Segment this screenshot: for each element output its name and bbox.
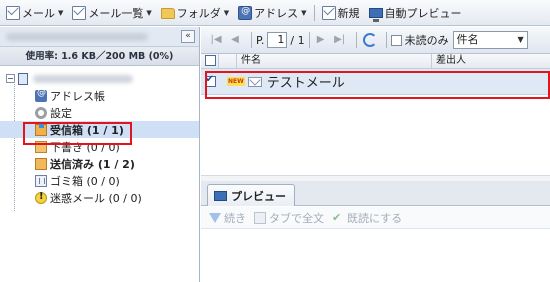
sidebar-item-trash[interactable]: ゴミ箱 (0 / 0) bbox=[0, 172, 199, 189]
toolbar-separator bbox=[308, 32, 310, 48]
toolbar-separator bbox=[385, 32, 387, 48]
account-header: « bbox=[0, 27, 199, 47]
sidebar-item-sent[interactable]: 送信済み (1 / 2) bbox=[0, 155, 199, 172]
preview-tab-bar: プレビュー bbox=[201, 181, 550, 206]
mail-list-icon bbox=[72, 5, 87, 20]
toolbar-separator bbox=[355, 32, 357, 48]
preview-toolbar: 続き タブで全文 ✔ 既読にする bbox=[201, 207, 550, 229]
auto-preview-button[interactable]: 自動プレビュー bbox=[366, 3, 465, 23]
mail-list-menu-button[interactable]: メール一覧 ▼ bbox=[69, 3, 154, 23]
badge-column-header bbox=[219, 54, 237, 68]
sidebar-item-spam[interactable]: 迷惑メール (0 / 0) bbox=[0, 189, 199, 206]
grid-header: 件名 差出人 bbox=[201, 54, 550, 69]
folder-pane: « 使用率: 1.6 KB／200 MB (0%) − アドレス帳 設定 受信箱… bbox=[0, 27, 200, 282]
trash-icon bbox=[35, 174, 47, 187]
open-in-tab-button[interactable]: タブで全文 bbox=[254, 210, 324, 226]
subject-column-header[interactable]: 件名 bbox=[237, 54, 432, 68]
next-page-icon[interactable]: ▶ bbox=[314, 33, 328, 47]
dropdown-arrow-icon: ▼ bbox=[223, 8, 230, 17]
page-number-input[interactable]: 1 bbox=[267, 32, 288, 48]
highlight-box-message bbox=[205, 71, 550, 99]
mail-menu-button[interactable]: メール ▼ bbox=[3, 3, 66, 23]
select-all-cell[interactable] bbox=[201, 54, 219, 68]
mail-icon bbox=[6, 5, 20, 20]
gear-icon bbox=[35, 106, 47, 119]
sidebar-item-address-book[interactable]: アドレス帳 bbox=[0, 87, 199, 104]
dropdown-arrow-icon: ▼ bbox=[146, 8, 152, 17]
account-name-redacted bbox=[6, 33, 148, 41]
unread-only-label: 未読のみ bbox=[404, 34, 449, 47]
sidebar-item-settings[interactable]: 設定 bbox=[0, 104, 199, 121]
paging-toolbar: |◀ ◀ P. 1 / 1 ▶ ▶| 未読のみ 件名 bbox=[201, 27, 550, 54]
page-total: / 1 bbox=[290, 33, 305, 47]
new-mail-icon bbox=[321, 5, 336, 20]
sort-select[interactable]: 件名 bbox=[452, 31, 528, 49]
message-pane: |◀ ◀ P. 1 / 1 ▶ ▶| 未読のみ 件名 件名 差出人 NEW テス… bbox=[201, 27, 550, 282]
mark-read-button[interactable]: ✔ 既読にする bbox=[332, 210, 402, 226]
refresh-icon[interactable] bbox=[362, 33, 377, 47]
address-menu-button[interactable]: アドレス▼ bbox=[235, 3, 309, 23]
usage-bar: 使用率: 1.6 KB／200 MB (0%) bbox=[0, 47, 199, 66]
continue-button[interactable]: 続き bbox=[209, 210, 246, 226]
spam-icon bbox=[35, 191, 47, 204]
unread-only-checkbox[interactable] bbox=[390, 34, 402, 46]
dropdown-arrow-icon: ▼ bbox=[58, 8, 64, 17]
check-icon: ✔ bbox=[332, 210, 342, 224]
sent-icon bbox=[35, 157, 47, 170]
download-icon bbox=[209, 212, 221, 223]
tab-preview[interactable]: プレビュー bbox=[207, 184, 295, 206]
toolbar-separator bbox=[313, 4, 315, 21]
folder-menu-button[interactable]: フォルダ ▼ bbox=[158, 3, 232, 23]
address-book-icon bbox=[35, 88, 47, 102]
tree-root[interactable]: − bbox=[0, 70, 199, 87]
monitor-icon bbox=[368, 8, 383, 22]
main-toolbar: メール▼ メール一覧▼ フォルダ▼ アドレス▼ 新規 自動プレビュー bbox=[0, 0, 550, 26]
account-icon bbox=[18, 72, 28, 85]
last-page-icon[interactable]: ▶| bbox=[333, 33, 347, 47]
monitor-icon bbox=[214, 190, 227, 201]
toolbar-separator bbox=[251, 32, 252, 48]
address-icon bbox=[238, 5, 253, 20]
folder-icon bbox=[160, 8, 175, 19]
page-label: P. bbox=[256, 33, 265, 47]
new-mail-button[interactable]: 新規 bbox=[319, 3, 363, 23]
account-email-redacted bbox=[33, 74, 133, 83]
highlight-box-inbox bbox=[23, 122, 132, 145]
select-all-checkbox[interactable] bbox=[205, 55, 216, 66]
first-page-icon[interactable]: |◀ bbox=[209, 33, 223, 47]
collapse-pane-button[interactable]: « bbox=[181, 30, 195, 43]
dropdown-arrow-icon: ▼ bbox=[301, 8, 307, 17]
new-tab-icon bbox=[254, 211, 266, 224]
sender-column-header[interactable]: 差出人 bbox=[432, 54, 550, 68]
prev-page-icon[interactable]: ◀ bbox=[228, 33, 242, 47]
